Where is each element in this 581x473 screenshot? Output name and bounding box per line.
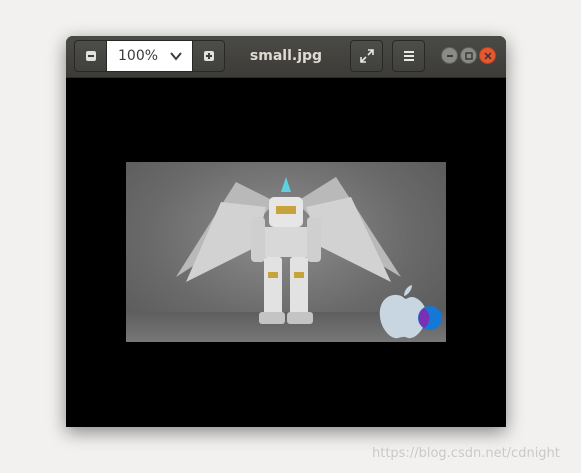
- image-canvas[interactable]: [66, 78, 506, 427]
- apple-logo-icon: [379, 285, 442, 339]
- maximize-icon: [464, 51, 473, 60]
- image-viewer-window: 100% small.jpg: [66, 36, 506, 427]
- menu-button[interactable]: [392, 40, 425, 72]
- minimize-button[interactable]: [441, 47, 458, 64]
- watermark-text: https://blog.csdn.net/cdnight: [372, 446, 560, 461]
- fullscreen-icon: [359, 49, 374, 63]
- hamburger-menu-icon: [403, 51, 414, 61]
- minimize-icon: [446, 54, 453, 57]
- chevron-down-icon[interactable]: [169, 49, 183, 63]
- displayed-image: [126, 162, 446, 342]
- close-button[interactable]: [479, 47, 496, 64]
- zoom-level-value: 100%: [118, 48, 159, 64]
- zoom-level-combo[interactable]: 100%: [107, 40, 192, 72]
- zoom-out-button[interactable]: [74, 40, 107, 72]
- fullscreen-button[interactable]: [350, 40, 383, 72]
- zoom-in-icon: [203, 51, 214, 61]
- maximize-button[interactable]: [460, 47, 477, 64]
- zoom-out-icon: [85, 51, 96, 61]
- zoom-in-button[interactable]: [192, 40, 225, 72]
- window-title: small.jpg: [249, 48, 323, 64]
- close-icon: [483, 51, 492, 60]
- header-bar: 100% small.jpg: [66, 36, 506, 78]
